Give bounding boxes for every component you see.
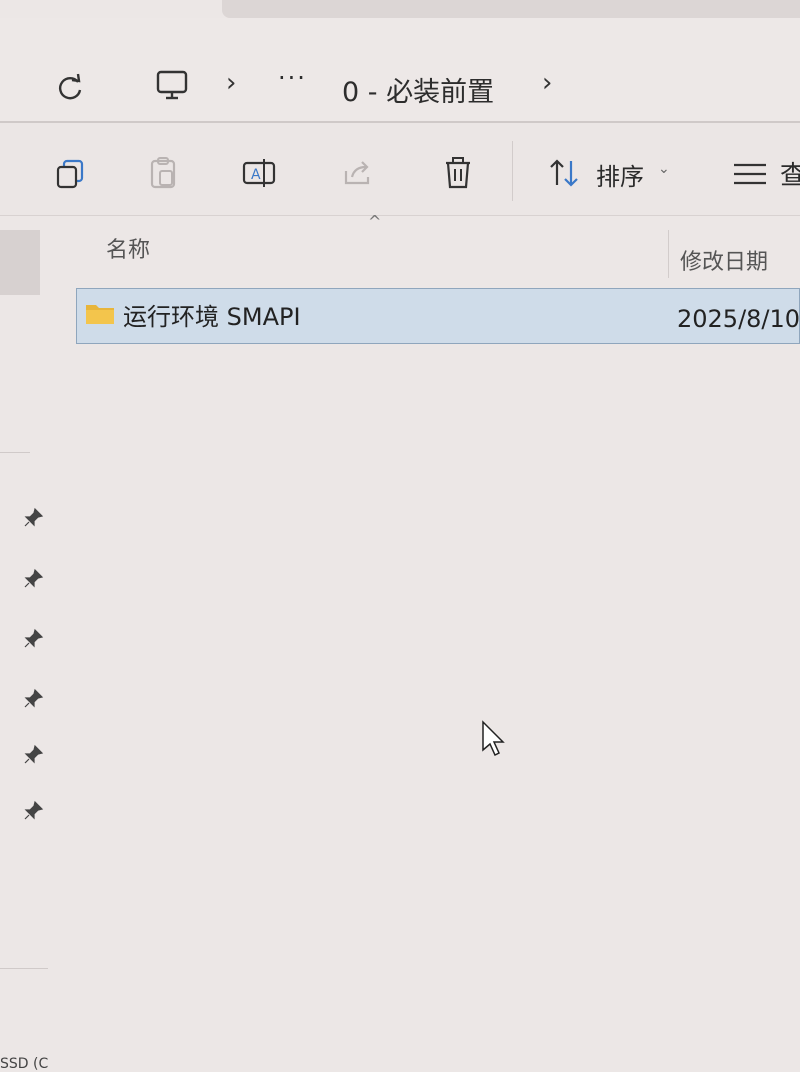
sidebar-divider <box>0 968 48 969</box>
toolbar-separator <box>512 141 513 201</box>
column-header-date[interactable]: 修改日期 <box>680 244 768 276</box>
chevron-right-icon[interactable]: › <box>542 68 552 98</box>
rename-icon[interactable]: A <box>238 151 282 195</box>
pin-icon[interactable] <box>22 507 44 529</box>
file-modified-date: 2025/8/10 <box>677 305 800 333</box>
view-label: 查 <box>780 161 800 191</box>
pin-icon[interactable] <box>22 628 44 650</box>
pin-icon[interactable] <box>22 744 44 766</box>
sort-caret-icon: ^ <box>368 212 382 231</box>
mouse-cursor-icon <box>482 720 505 757</box>
view-lines-icon <box>734 163 766 185</box>
chevron-down-icon: ⌄ <box>658 161 670 177</box>
sort-arrows-icon <box>550 159 578 187</box>
svg-text:A: A <box>251 167 261 183</box>
pin-icon[interactable] <box>22 800 44 822</box>
column-header-name[interactable]: 名称 <box>106 232 150 264</box>
sort-label: 排序 <box>596 163 644 191</box>
pin-icon[interactable] <box>22 568 44 590</box>
breadcrumb-more[interactable]: ··· <box>278 64 307 92</box>
copy-icon[interactable] <box>48 151 92 195</box>
column-separator[interactable] <box>668 230 669 278</box>
file-row[interactable]: 运行环境 SMAPI 2025/8/10 <box>76 288 800 344</box>
titlebar-strip <box>222 0 800 18</box>
paste-icon[interactable] <box>142 151 186 195</box>
folder-icon <box>86 305 114 324</box>
divider <box>0 215 800 216</box>
sidebar-divider <box>0 452 30 453</box>
computer-icon[interactable] <box>152 66 192 106</box>
trash-icon[interactable] <box>436 151 480 195</box>
command-toolbar: A 排序 ⌄ 查 <box>0 123 800 215</box>
sidebar-drive-label[interactable]: SSD (C <box>0 1056 48 1072</box>
address-bar: › ··· 0 - 必装前置 › <box>0 18 800 122</box>
share-icon[interactable] <box>336 151 380 195</box>
breadcrumb-current-folder[interactable]: 0 - 必装前置 <box>342 70 494 109</box>
refresh-icon[interactable] <box>52 70 88 106</box>
pin-icon[interactable] <box>22 688 44 710</box>
file-name: 运行环境 SMAPI <box>123 303 301 331</box>
chevron-right-icon[interactable]: › <box>226 68 236 98</box>
sidebar-selected-item[interactable] <box>0 230 40 295</box>
